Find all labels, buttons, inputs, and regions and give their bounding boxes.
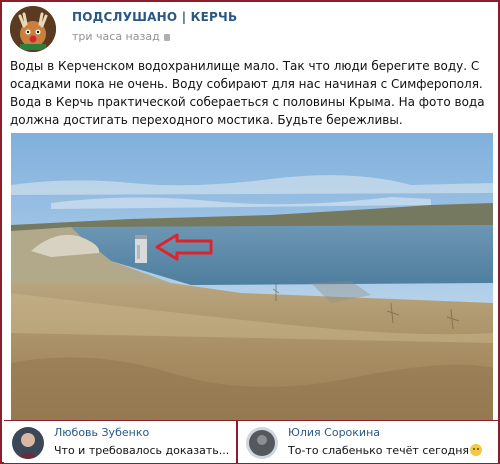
commenter-avatar[interactable]	[246, 427, 278, 459]
smile-emoji-icon	[470, 444, 483, 456]
user-avatar-icon	[12, 427, 44, 459]
post-text: Воды в Керченском водохранилище мало. Та…	[10, 59, 485, 127]
reindeer-logo-icon	[10, 6, 56, 52]
comment-item[interactable]: Любовь Зубенко Что и требовалось доказат…	[4, 421, 238, 463]
user-avatar-icon	[246, 427, 278, 459]
post-time-text: три часа назад	[72, 30, 160, 43]
commenter-avatar[interactable]	[12, 427, 44, 459]
lock-icon	[163, 34, 170, 41]
group-name-link[interactable]: ПОДСЛУШАНО | КЕРЧЬ	[72, 10, 237, 24]
comment-author-link[interactable]: Любовь Зубенко	[54, 426, 149, 439]
post-timestamp[interactable]: три часа назад	[72, 30, 170, 43]
comment-item[interactable]: Юлия Сорокина То-то слабенько течёт сего…	[238, 421, 498, 463]
group-avatar[interactable]	[10, 6, 56, 52]
comment-author-link[interactable]: Юлия Сорокина	[288, 426, 380, 439]
reservoir-photo	[11, 133, 493, 420]
comment-text: Что и требовалось доказать...	[54, 444, 230, 457]
comment-text-wrap: То-то слабенько течёт сегодня	[288, 444, 483, 457]
post-frame: ПОДСЛУШАНО | КЕРЧЬ три часа назад Воды в…	[0, 0, 500, 464]
post-header: ПОДСЛУШАНО | КЕРЧЬ три часа назад	[8, 6, 488, 52]
post-photo[interactable]	[11, 133, 493, 420]
comment-text: То-то слабенько течёт сегодня	[288, 444, 470, 457]
comments-strip: Любовь Зубенко Что и требовалось доказат…	[4, 420, 498, 463]
